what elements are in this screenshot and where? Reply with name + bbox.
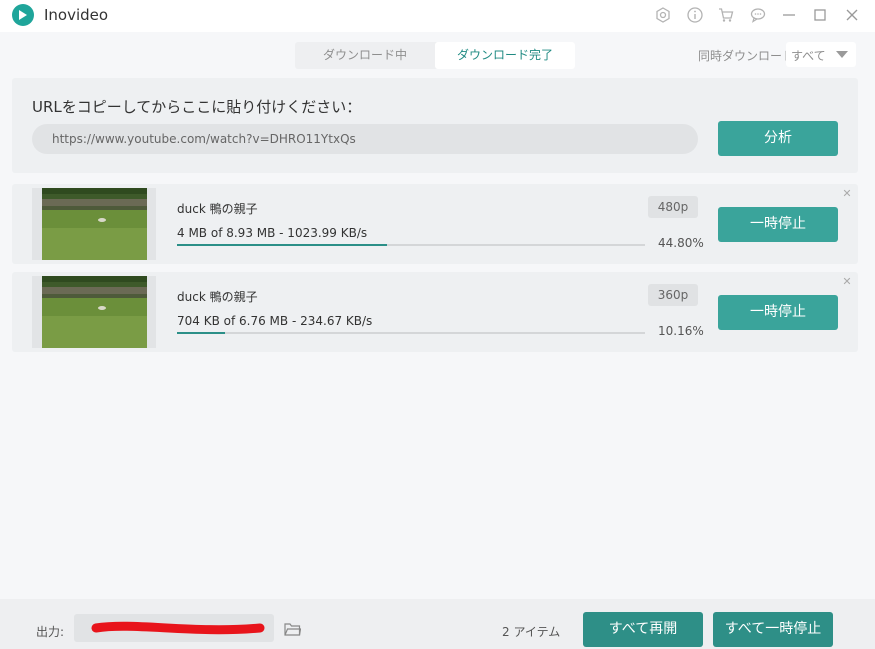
video-thumbnail-image xyxy=(42,188,147,260)
download-title: duck 鴨の親子 xyxy=(177,290,258,304)
resolution-badge: 480p xyxy=(648,196,698,218)
url-panel: URLをコピーしてからここに貼り付けください： https://www.yout… xyxy=(12,78,858,173)
close-icon[interactable] xyxy=(843,6,861,24)
remove-item-close-icon[interactable]: ✕ xyxy=(841,276,853,288)
download-progress-text: 4 MB of 8.93 MB - 1023.99 KB/s xyxy=(177,226,368,240)
concurrent-download-select[interactable]: すべて xyxy=(786,42,856,67)
tab-completed[interactable]: ダウンロード完了 xyxy=(435,42,575,69)
footer-bar: 出力: 2 アイテム すべて再開 すべて一時停止 xyxy=(0,599,875,649)
tab-downloading[interactable]: ダウンロード中 xyxy=(295,42,435,69)
remove-item-close-icon[interactable]: ✕ xyxy=(841,188,853,200)
video-thumbnail xyxy=(32,276,156,348)
download-tabs: ダウンロード中 ダウンロード完了 xyxy=(295,42,575,69)
download-percent: 44.80% xyxy=(658,236,704,250)
download-item: duck 鴨の親子 4 MB of 8.93 MB - 1023.99 KB/s… xyxy=(12,184,858,264)
title-bar: Inovideo xyxy=(0,0,875,32)
app-title: Inovideo xyxy=(44,6,109,24)
progress-bar-fill xyxy=(177,244,387,246)
redaction-mark xyxy=(91,621,265,635)
download-percent: 10.16% xyxy=(658,324,704,338)
cart-icon[interactable] xyxy=(717,6,735,24)
app-logo-icon xyxy=(12,4,34,26)
resolution-badge: 360p xyxy=(648,284,698,306)
download-item: duck 鴨の親子 704 KB of 6.76 MB - 234.67 KB/… xyxy=(12,272,858,352)
progress-bar xyxy=(177,244,645,246)
minimize-icon[interactable] xyxy=(780,6,798,24)
output-label: 出力: xyxy=(36,625,65,639)
analyze-button[interactable]: 分析 xyxy=(718,121,838,156)
chevron-down-icon xyxy=(836,51,848,58)
video-thumbnail xyxy=(32,188,156,260)
url-input[interactable]: https://www.youtube.com/watch?v=DHRO11Yt… xyxy=(32,124,698,154)
info-icon[interactable] xyxy=(686,6,704,24)
progress-bar xyxy=(177,332,645,334)
video-thumbnail-image xyxy=(42,276,147,348)
resume-all-button[interactable]: すべて再開 xyxy=(583,612,703,647)
download-title: duck 鴨の親子 xyxy=(177,202,258,216)
download-progress-text: 704 KB of 6.76 MB - 234.67 KB/s xyxy=(177,314,373,328)
item-count: 2 アイテム xyxy=(502,625,561,639)
chat-icon[interactable] xyxy=(749,6,767,24)
settings-icon[interactable] xyxy=(654,6,672,24)
pause-all-button[interactable]: すべて一時停止 xyxy=(713,612,833,647)
pause-button[interactable]: 一時停止 xyxy=(718,295,838,330)
pause-button[interactable]: 一時停止 xyxy=(718,207,838,242)
url-label: URLをコピーしてからここに貼り付けください： xyxy=(32,98,362,116)
folder-icon[interactable] xyxy=(284,621,302,636)
maximize-icon[interactable] xyxy=(811,6,829,24)
progress-bar-fill xyxy=(177,332,225,334)
concurrent-download-value: すべて xyxy=(791,49,826,63)
output-path-field[interactable] xyxy=(74,614,274,642)
concurrent-download-label: 同時ダウンロード xyxy=(698,49,795,63)
